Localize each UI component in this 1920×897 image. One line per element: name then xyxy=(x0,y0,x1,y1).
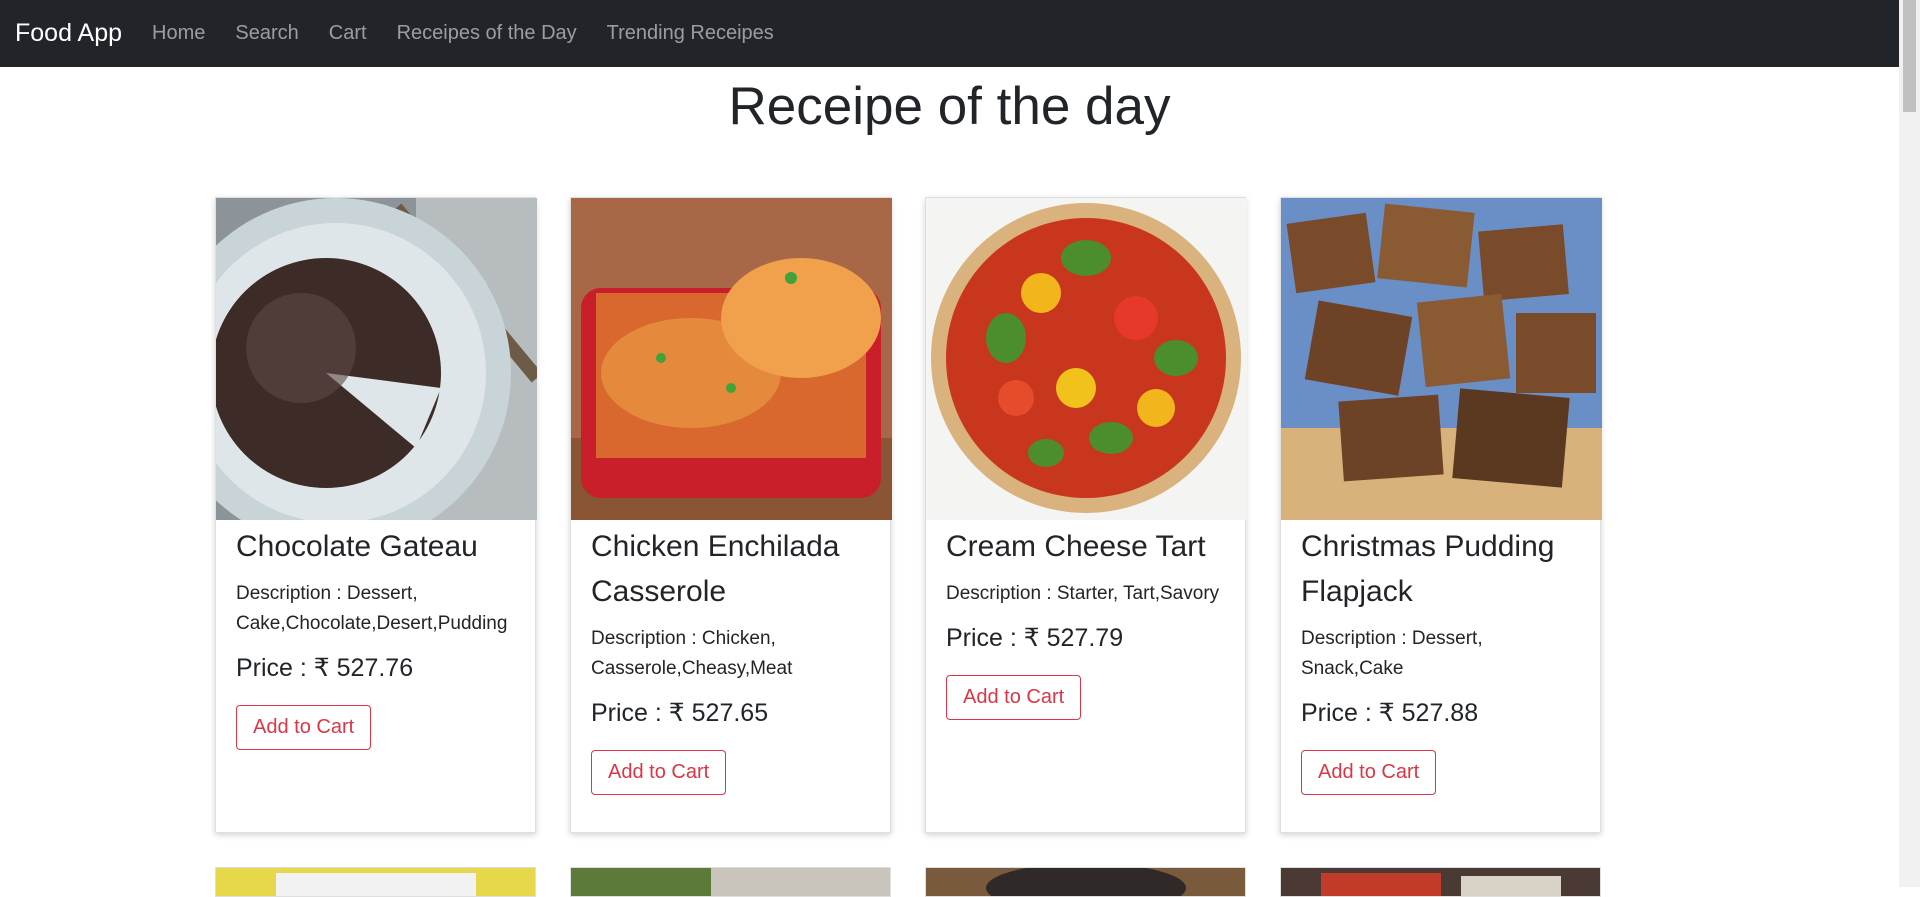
cream-cheese-tart-photo xyxy=(926,198,1247,520)
nav-link-home[interactable]: Home xyxy=(137,22,220,45)
nav-link-receipes-of-the-day[interactable]: Receipes of the Day xyxy=(382,22,592,45)
card-description: Description : Starter, Tart,Savory xyxy=(946,583,1220,604)
card-description: Description : Chicken, Casserole,Cheasy,… xyxy=(591,628,793,679)
card-title: Chicken Enchilada Casserole xyxy=(591,530,840,608)
card-description: Description : Dessert, Cake,Chocolate,De… xyxy=(236,583,508,634)
recipe-photo-partial xyxy=(926,868,1245,896)
add-to-cart-button[interactable]: Add to Cart xyxy=(1301,750,1437,795)
recipe-card: Chocolate Gateau Description : Dessert, … xyxy=(215,197,537,833)
card-price: Price : ₹ 527.65 xyxy=(591,699,769,727)
card-title: Chocolate Gateau xyxy=(236,530,478,563)
scrollbar-thumb[interactable] xyxy=(1903,0,1916,112)
brand-link[interactable]: Food App xyxy=(15,19,122,48)
nav-link-search[interactable]: Search xyxy=(220,22,313,45)
chicken-enchilada-casserole-photo xyxy=(571,198,892,520)
page-scrollbar[interactable] xyxy=(1899,0,1920,887)
card-price: Price : ₹ 527.76 xyxy=(236,654,414,682)
recipe-card: Chicken Enchilada Casserole Description … xyxy=(570,197,892,833)
recipe-card: Christmas Pudding Flapjack Description :… xyxy=(1280,197,1602,833)
add-to-cart-button[interactable]: Add to Cart xyxy=(946,675,1082,720)
recipe-photo-partial xyxy=(216,868,535,896)
christmas-pudding-flapjack-photo xyxy=(1281,198,1602,520)
card-price: Price : ₹ 527.79 xyxy=(946,624,1124,652)
top-navbar: Food App Home Search Cart Receipes of th… xyxy=(0,0,1899,67)
nav-link-cart[interactable]: Cart xyxy=(314,22,382,45)
recipe-card: Cream Cheese Tart Description : Starter,… xyxy=(925,197,1247,833)
recipe-card-next-row xyxy=(215,867,536,897)
card-title: Christmas Pudding Flapjack xyxy=(1301,530,1555,608)
card-description: Description : Dessert, Snack,Cake xyxy=(1301,628,1483,679)
card-title: Cream Cheese Tart xyxy=(946,530,1206,563)
recipe-card-next-row xyxy=(925,867,1246,897)
card-price: Price : ₹ 527.88 xyxy=(1301,699,1479,727)
nav-link-trending-receipes[interactable]: Trending Receipes xyxy=(592,22,789,45)
recipe-photo-partial xyxy=(1281,868,1600,896)
add-to-cart-button[interactable]: Add to Cart xyxy=(236,705,372,750)
recipe-card-next-row xyxy=(1280,867,1601,897)
chocolate-gateau-photo xyxy=(216,198,537,520)
recipe-card-next-row xyxy=(570,867,891,897)
recipe-photo-partial xyxy=(571,868,890,896)
add-to-cart-button[interactable]: Add to Cart xyxy=(591,750,727,795)
page-title: Receipe of the day xyxy=(728,77,1171,136)
